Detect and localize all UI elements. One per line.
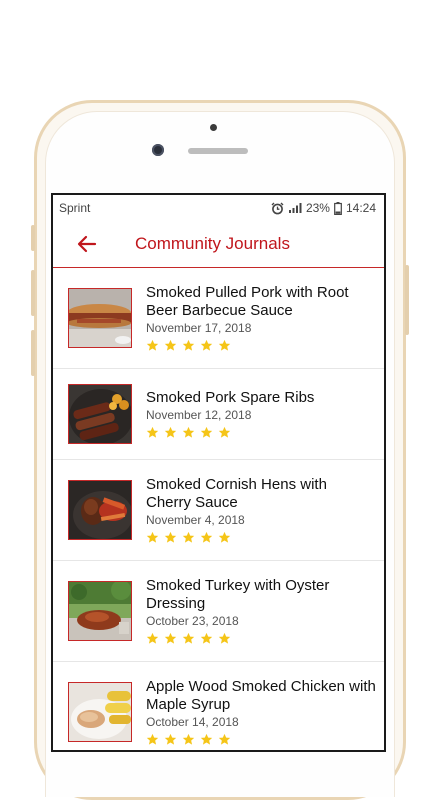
star-icon [164, 531, 177, 543]
signal-icon [288, 203, 302, 213]
journal-title: Smoked Pulled Pork with Root Beer Barbec… [146, 284, 349, 319]
journal-date: November 12, 2018 [146, 408, 252, 422]
star-icon [218, 632, 230, 644]
status-bar: Sprint 23% 14:24 [53, 195, 384, 221]
app-screen: Sprint 23% 14:24 Community Journals Smok… [51, 193, 386, 752]
star-icon [200, 339, 213, 351]
journal-title: Smoked Pork Spare Ribs [146, 389, 315, 406]
rating-stars [146, 426, 376, 439]
smoked-chicken-thumbnail [68, 682, 132, 742]
pulled-pork-thumbnail [68, 288, 132, 348]
star-icon [218, 733, 230, 745]
battery-icon [334, 201, 342, 215]
star-icon [182, 632, 195, 644]
star-icon [182, 339, 195, 351]
alarm-icon [271, 202, 284, 214]
star-icon [164, 426, 177, 438]
journal-date: November 4, 2018 [146, 513, 245, 527]
journal-title: Apple Wood Smoked Chicken with Maple Syr… [146, 678, 376, 713]
rating-stars [146, 339, 376, 352]
clock: 14:24 [345, 201, 376, 215]
carrier-label: Sprint [59, 201, 91, 215]
journal-item[interactable]: Smoked Cornish Hens with Cherry Sauce No… [53, 460, 384, 561]
back-button[interactable] [67, 221, 107, 267]
arrow-left-icon [77, 235, 97, 253]
status-icons: 23% 14:24 [271, 201, 376, 215]
rating-stars [146, 632, 376, 645]
journal-item[interactable]: Smoked Pulled Pork with Root Beer Barbec… [53, 268, 384, 369]
journal-list: Smoked Pulled Pork with Root Beer Barbec… [53, 268, 384, 750]
star-icon [182, 733, 195, 745]
star-icon [182, 426, 195, 438]
star-icon [182, 531, 195, 543]
volume-button [31, 225, 35, 251]
rating-stars [146, 531, 376, 544]
smoked-turkey-thumbnail [68, 581, 132, 641]
journal-date: October 14, 2018 [146, 715, 239, 729]
star-icon [164, 632, 177, 644]
star-icon [218, 339, 230, 351]
star-icon [146, 733, 159, 745]
rating-stars [146, 733, 376, 746]
volume-down-button [31, 330, 35, 376]
star-icon [146, 339, 159, 351]
star-icon [218, 531, 230, 543]
spare-ribs-thumbnail [68, 384, 132, 444]
cornish-hens-thumbnail [68, 480, 132, 540]
star-icon [200, 733, 213, 745]
journal-item[interactable]: Smoked Turkey with Oyster Dressing Octob… [53, 561, 384, 662]
journal-title: Smoked Turkey with Oyster Dressing [146, 577, 330, 612]
front-camera [152, 144, 164, 156]
star-icon [146, 632, 159, 644]
battery-percent: 23% [305, 201, 330, 215]
star-icon [164, 733, 177, 745]
journal-item[interactable]: Smoked Pork Spare Ribs November 12, 2018 [53, 369, 384, 460]
power-button [405, 265, 409, 335]
earpiece-speaker [188, 148, 248, 154]
journal-title: Smoked Cornish Hens with Cherry Sauce [146, 476, 327, 511]
app-bar: Community Journals [53, 221, 384, 268]
journal-item[interactable]: Apple Wood Smoked Chicken with Maple Syr… [53, 662, 384, 750]
journal-date: October 23, 2018 [146, 614, 239, 628]
star-icon [200, 531, 213, 543]
star-icon [200, 632, 213, 644]
star-icon [146, 531, 159, 543]
star-icon [164, 339, 177, 351]
star-icon [200, 426, 213, 438]
proximity-sensor [210, 124, 217, 131]
volume-up-button [31, 270, 35, 316]
journal-date: November 17, 2018 [146, 321, 252, 335]
star-icon [218, 426, 230, 438]
page-title: Community Journals [135, 234, 290, 253]
star-icon [146, 426, 159, 438]
